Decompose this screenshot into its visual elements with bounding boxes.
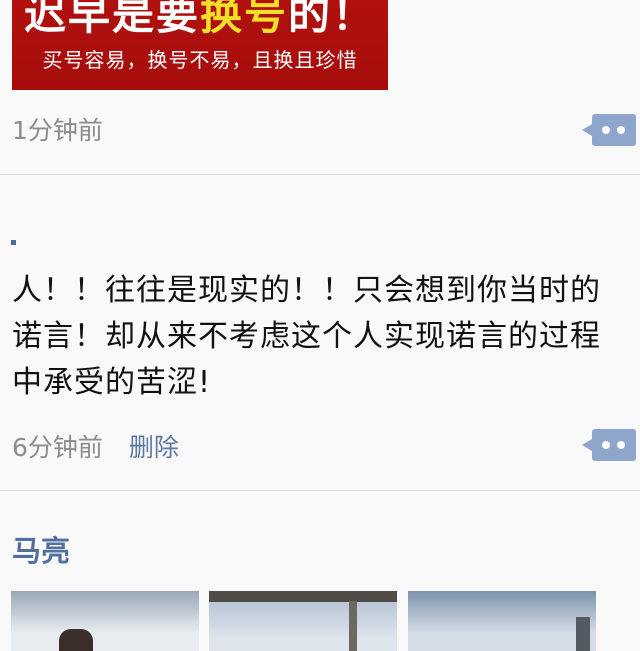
comment-action-button[interactable] bbox=[582, 429, 636, 461]
delete-link[interactable]: 删除 bbox=[129, 433, 179, 462]
post-timestamp: 6分钟前 bbox=[12, 433, 103, 462]
ellipsis-dot-icon bbox=[602, 441, 610, 449]
ellipsis-dot-icon bbox=[617, 441, 625, 449]
photo-thumbnail[interactable] bbox=[408, 591, 596, 651]
moments-feed: 迟早是要换号的！ 买号容易，换号不易，且换且珍惜 1分钟前 人！！往往是现实的！… bbox=[0, 0, 640, 651]
banner-headline-end: 的！ bbox=[288, 0, 377, 39]
person-silhouette bbox=[59, 629, 93, 651]
banner-headline-start: 迟早是要 bbox=[23, 0, 200, 39]
post-divider bbox=[0, 490, 640, 491]
promo-banner-image[interactable]: 迟早是要换号的！ 买号容易，换号不易，且换且珍惜 bbox=[12, 0, 388, 90]
banner-headline: 迟早是要换号的！ bbox=[12, 0, 388, 40]
post-2-meta: 6分钟前 删除 bbox=[12, 430, 179, 466]
pillar-shape bbox=[349, 601, 357, 651]
comment-action-button[interactable] bbox=[582, 114, 636, 146]
photo-thumbnail[interactable] bbox=[11, 591, 199, 651]
post-shape bbox=[576, 617, 590, 651]
post-text: 人！！往往是现实的！！只会想到你当时的诺言！却从来不考虑这个人实现诺言的过程中承… bbox=[12, 273, 601, 400]
photo-thumbnail[interactable] bbox=[209, 591, 397, 651]
post-1-meta: 1分钟前 bbox=[12, 113, 103, 149]
author-name-fragment[interactable] bbox=[11, 240, 16, 245]
post-timestamp: 1分钟前 bbox=[12, 116, 103, 145]
banner-subline: 买号容易，换号不易，且换且珍惜 bbox=[42, 48, 358, 72]
ellipsis-dot-icon bbox=[617, 126, 625, 134]
ellipsis-dot-icon bbox=[602, 126, 610, 134]
banner-headline-accent: 换号 bbox=[199, 0, 288, 39]
author-name[interactable]: 马亮 bbox=[12, 528, 70, 570]
post-divider bbox=[0, 174, 640, 175]
